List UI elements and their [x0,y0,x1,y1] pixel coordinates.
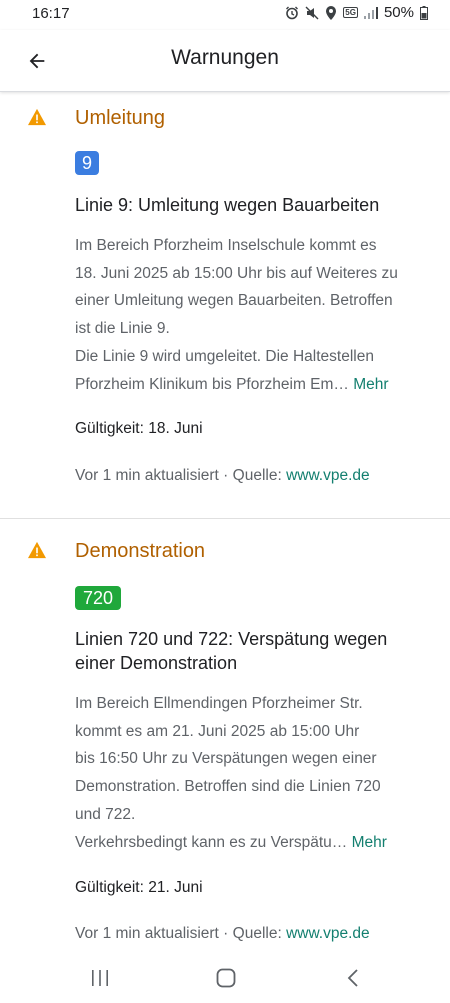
alert-body-line: Im Bereich Ellmendingen Pforzheimer Str. [75,695,363,712]
alarm-icon [285,6,299,20]
home-button[interactable] [211,965,241,991]
battery-icon [420,5,428,20]
line-badge: 720 [75,586,121,610]
status-icons: 5G 50% [285,4,428,21]
source-line: Vor 1 min aktualisiert · Quelle: www.vpe… [75,925,370,943]
alert-body-line-last: Pforzheim Klinikum bis Pforzheim Em… Meh… [75,371,430,399]
back-icon [347,969,358,987]
alert-body-line: ist die Linie 9. [75,320,170,338]
alert-card[interactable]: Demonstration 720 Linien 720 und 722: Ve… [0,518,450,942]
validity: Gültigkeit: 18. Juni [75,420,203,437]
alert-body-line: Demonstration. Betroffen sind die Linien… [75,778,381,796]
status-time: 16:17 [32,5,70,22]
validity: Gültigkeit: 21. Juni [75,879,203,896]
recents-icon [92,970,108,986]
location-icon [325,5,337,20]
mute-icon [305,6,319,20]
more-link[interactable]: Mehr [353,376,388,393]
alert-body-line: kommt es am 21. Juni 2025 ab 15:00 Uhr [75,722,360,740]
alert-type: Umleitung [75,107,166,129]
warning-icon [28,108,46,126]
page-title: Warnungen [171,46,279,69]
alert-body-line-last: Verkehrsbedingt kann es zu Verspätu… Meh… [75,829,430,857]
updated-text: Vor 1 min aktualisiert · Quelle: [75,925,287,942]
home-icon [216,968,236,988]
alert-heading: Linien 720 und 722: Verspätung wegen ein… [75,629,388,673]
alert-body: Im Bereich Pforzheim Inselschule kommt e… [75,232,430,398]
alert-body-line: Im Bereich Pforzheim Inselschule kommt e… [75,237,377,254]
warning-icon [28,541,46,559]
alert-body-line: Verkehrsbedingt kann es zu Verspätu… [75,833,348,851]
system-nav-bar [0,953,450,1003]
alert-body-line: und 722. [75,805,136,823]
nav-back-button[interactable] [338,965,368,991]
source-line: Vor 1 min aktualisiert · Quelle: www.vpe… [75,467,370,485]
alert-heading: Linie 9: Umleitung wegen Bauarbeiten [75,195,380,215]
alert-type: Demonstration [75,540,206,562]
5g-icon: 5G [343,7,358,18]
more-link[interactable]: Mehr [352,834,387,851]
app-bar: Warnungen [0,30,450,92]
line-badge: 9 [75,151,99,175]
battery-percentage: 50% [383,4,414,21]
recents-button[interactable] [85,965,115,991]
alert-body: Im Bereich Ellmendingen Pforzheimer Str.… [75,690,430,856]
alert-body-line: 18. Juni 2025 ab 15:00 Uhr bis auf Weite… [75,264,398,282]
status-bar: 16:17 5G 50% [0,0,450,30]
alert-body-line: einer Umleitung wegen Bauarbeiten. Betro… [75,292,393,310]
source-link[interactable]: www.vpe.de [286,467,370,484]
updated-text: Vor 1 min aktualisiert · Quelle: [75,467,287,484]
alert-body-line: Pforzheim Klinikum bis Pforzheim Em… [75,375,349,393]
source-link[interactable]: www.vpe.de [286,925,370,942]
signal-icon [363,6,378,19]
alert-body-line: bis 16:50 Uhr zu Verspätungen wegen eine… [75,750,377,768]
alert-body-line: Die Linie 9 wird umgeleitet. Die Haltest… [75,347,374,365]
